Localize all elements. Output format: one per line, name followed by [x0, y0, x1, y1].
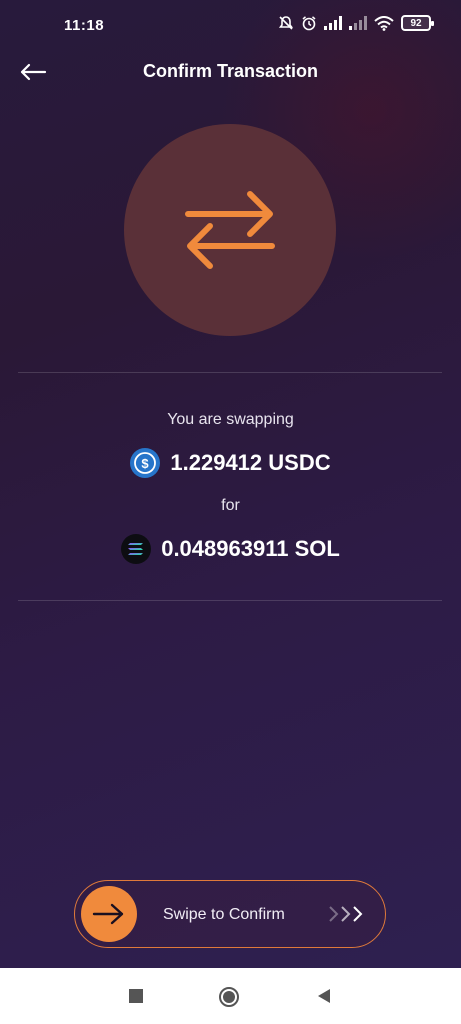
usdc-icon: $ — [130, 448, 161, 478]
to-amount-row: 0.048963911 SOL — [0, 534, 461, 564]
home-button[interactable] — [218, 986, 240, 1008]
triple-chevron-right-icon — [327, 904, 367, 924]
svg-text:$: $ — [142, 456, 150, 471]
recent-apps-icon — [129, 989, 143, 1003]
swap-label: You are swapping — [167, 411, 294, 428]
divider — [18, 600, 442, 601]
swap-hero-circle — [124, 124, 336, 336]
home-icon — [219, 987, 239, 1007]
arrow-right-icon — [92, 903, 124, 925]
signal-icon — [324, 16, 342, 30]
back-triangle-icon — [318, 989, 330, 1003]
app-screen: 11:18 92 Confirm Transaction You are swa… — [0, 0, 461, 968]
swipe-label: Swipe to Confirm — [163, 906, 285, 923]
swipe-to-confirm-slider[interactable]: Swipe to Confirm — [74, 880, 386, 948]
for-label: for — [221, 497, 240, 514]
mute-icon — [278, 15, 294, 31]
alarm-icon — [301, 15, 317, 31]
swipe-handle[interactable] — [81, 886, 137, 942]
page-title: Confirm Transaction — [142, 61, 319, 81]
status-icons: 92 — [278, 15, 434, 31]
swap-arrows-icon — [185, 191, 275, 269]
from-amount-row: $ 1.229412 USDC — [0, 448, 461, 478]
signal-weak-icon — [349, 16, 367, 30]
system-back-button[interactable] — [314, 986, 334, 1006]
recent-apps-button[interactable] — [126, 986, 146, 1006]
system-nav-bar — [0, 968, 461, 1024]
from-amount: 1.229412 USDC — [170, 450, 331, 475]
status-time: 11:18 — [64, 17, 105, 34]
to-amount: 0.048963911 SOL — [161, 536, 340, 561]
header: Confirm Transaction — [0, 52, 461, 92]
wifi-icon — [374, 15, 394, 31]
solana-icon — [121, 534, 152, 564]
status-bar: 11:18 92 — [0, 0, 461, 50]
divider — [18, 372, 442, 373]
battery-icon: 92 — [401, 15, 434, 31]
